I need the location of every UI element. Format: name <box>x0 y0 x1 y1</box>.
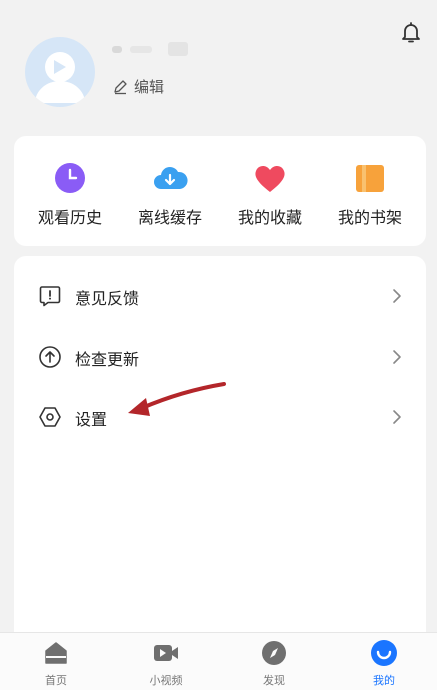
username-redacted <box>112 42 188 58</box>
heart-icon <box>255 165 285 192</box>
cloud-download-icon <box>154 167 188 189</box>
tab-discover[interactable]: 发现 <box>234 639 314 688</box>
tab-home[interactable]: 首页 <box>16 639 96 688</box>
shortcut-card: 观看历史 离线缓存 我的收藏 我的书架 <box>14 136 426 246</box>
menu-item-label: 意见反馈 <box>75 289 140 308</box>
shortcut-my-favorites[interactable]: 我的收藏 <box>220 162 320 228</box>
profile-icon <box>371 640 397 666</box>
compass-icon <box>262 641 286 665</box>
shortcut-label: 我的书架 <box>337 208 402 227</box>
shortcut-label: 我的收藏 <box>237 208 302 227</box>
tab-short-video[interactable]: 小视频 <box>126 639 206 688</box>
tab-me[interactable]: 我的 <box>344 639 424 688</box>
avatar[interactable] <box>25 37 95 107</box>
shortcut-label: 观看历史 <box>37 208 102 227</box>
chevron-right-icon <box>393 410 401 424</box>
chevron-right-icon <box>393 350 401 364</box>
shortcut-watch-history[interactable]: 观看历史 <box>20 162 120 228</box>
feedback-icon <box>39 286 61 307</box>
book-icon <box>356 165 384 192</box>
shortcut-my-bookshelf[interactable]: 我的书架 <box>320 162 420 228</box>
annotation-arrow-icon <box>128 382 226 416</box>
update-icon <box>39 346 61 368</box>
default-avatar-icon <box>35 52 85 103</box>
clock-icon <box>55 163 85 193</box>
bell-icon[interactable] <box>398 20 424 46</box>
shortcut-offline-cache[interactable]: 离线缓存 <box>120 162 220 228</box>
tab-label: 小视频 <box>149 674 183 687</box>
tab-label: 首页 <box>45 674 67 687</box>
menu-item-label: 设置 <box>75 410 108 429</box>
settings-icon <box>39 407 61 427</box>
menu-item-label: 检查更新 <box>75 350 140 369</box>
video-icon <box>154 645 178 661</box>
edit-label: 编辑 <box>134 78 165 96</box>
home-icon <box>45 642 67 664</box>
menu-item-feedback[interactable]: 意见反馈 <box>14 266 426 326</box>
pencil-icon <box>114 79 127 94</box>
tab-label: 发现 <box>263 674 285 687</box>
bottom-tab-bar: 首页 小视频 发现 我的 <box>0 632 437 690</box>
tab-label: 我的 <box>373 674 395 687</box>
chevron-right-icon <box>393 289 401 303</box>
edit-profile-link[interactable]: 编辑 <box>112 76 164 97</box>
shortcut-label: 离线缓存 <box>137 208 202 227</box>
menu-card: 意见反馈 检查更新 设置 <box>14 256 426 636</box>
